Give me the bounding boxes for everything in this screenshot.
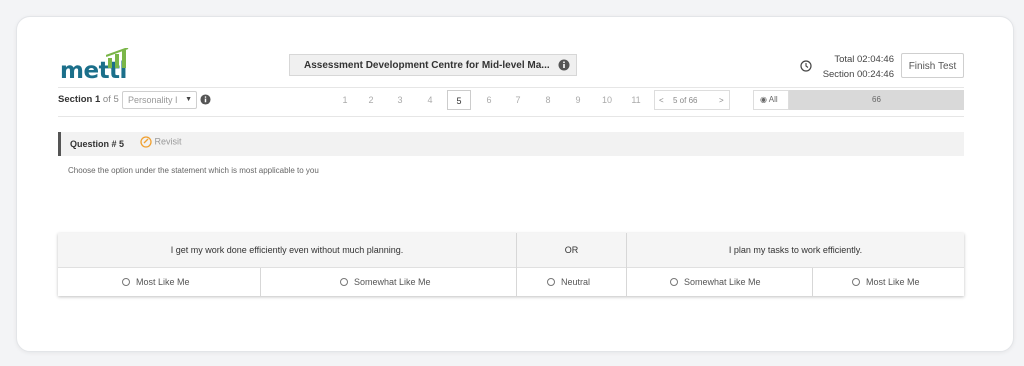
radio-button[interactable] <box>122 277 130 286</box>
section-indicator: Section 1 of 5 <box>58 94 119 105</box>
question-label: Question # 5 <box>70 139 125 149</box>
option-label: Somewhat Like Me <box>354 277 431 287</box>
question-number-9[interactable]: 9 <box>566 90 590 110</box>
right-statement: I plan my tasks to work efficiently. <box>627 233 964 267</box>
section-label: Section <box>58 94 93 105</box>
revisit-button[interactable]: Revisit <box>140 136 182 148</box>
question-number-1[interactable]: 1 <box>333 90 357 110</box>
divider <box>58 267 964 268</box>
question-number-3[interactable]: 3 <box>388 90 412 110</box>
pager-prev-button[interactable]: < <box>659 96 664 105</box>
divider <box>58 116 964 117</box>
section-time: Section 00:24:46 <box>822 69 894 80</box>
radio-button[interactable] <box>547 277 555 286</box>
option-somewhat-like-me-right[interactable]: Somewhat Like Me <box>670 268 761 296</box>
clock-icon <box>800 60 812 72</box>
option-somewhat-like-me-left[interactable]: Somewhat Like Me <box>340 268 431 296</box>
eye-icon: ◉ <box>760 95 767 104</box>
finish-test-button[interactable]: Finish Test <box>901 53 964 78</box>
question-number-11[interactable]: 11 <box>624 90 648 110</box>
question-number-4[interactable]: 4 <box>418 90 442 110</box>
section-select[interactable]: Personality I ▼ <box>122 91 197 109</box>
radio-button[interactable] <box>852 277 860 286</box>
question-filter: ◉ All 66 <box>753 90 964 110</box>
question-number-2[interactable]: 2 <box>359 90 383 110</box>
pager-text: 5 of 66 <box>673 96 698 105</box>
option-neutral[interactable]: Neutral <box>547 268 590 296</box>
option-label: Most Like Me <box>136 277 190 287</box>
test-title: Assessment Development Centre for Mid-le… <box>304 60 550 71</box>
option-label: Most Like Me <box>866 277 920 287</box>
question-number-5[interactable]: 5 <box>447 90 471 110</box>
radio-button[interactable] <box>670 277 678 286</box>
filter-all-label: All <box>768 95 778 104</box>
question-number-7[interactable]: 7 <box>506 90 530 110</box>
divider <box>260 268 261 296</box>
revisit-label: Revisit <box>154 136 182 147</box>
pager-next-button[interactable]: > <box>719 96 724 105</box>
divider <box>812 268 813 296</box>
section-select-value: Personality I <box>128 95 178 105</box>
choice-grid: I get my work done efficiently even with… <box>58 233 964 296</box>
timers: Total 02:04:46 Section 00:24:46 <box>822 52 894 82</box>
info-icon[interactable] <box>558 59 570 71</box>
question-pager: < 5 of 66 > <box>654 90 730 110</box>
option-label: Somewhat Like Me <box>684 277 761 287</box>
divider <box>58 87 964 88</box>
option-label: Neutral <box>561 277 591 287</box>
option-most-like-me-left[interactable]: Most Like Me <box>122 268 190 296</box>
question-header: Question # 5 Revisit <box>58 132 964 156</box>
filter-count: 66 <box>872 95 881 104</box>
question-instruction: Choose the option under the statement wh… <box>68 166 319 175</box>
revisit-icon <box>140 136 152 148</box>
test-title-box: Assessment Development Centre for Mid-le… <box>289 54 577 76</box>
question-number-8[interactable]: 8 <box>536 90 560 110</box>
section-of: of 5 <box>102 94 119 105</box>
option-most-like-me-right[interactable]: Most Like Me <box>852 268 920 296</box>
section-current: 1 <box>94 94 101 105</box>
chevron-down-icon: ▼ <box>185 96 192 103</box>
question-number-6[interactable]: 6 <box>477 90 501 110</box>
question-number-10[interactable]: 10 <box>595 90 619 110</box>
radio-button[interactable] <box>340 277 348 286</box>
left-statement: I get my work done efficiently even with… <box>58 233 516 267</box>
filter-all-button[interactable]: ◉ All <box>753 90 789 110</box>
info-icon[interactable] <box>200 94 211 105</box>
divider <box>516 233 517 296</box>
mettl-logo: mettl <box>60 48 140 84</box>
logo-bars-icon <box>106 48 129 68</box>
total-time: Total 02:04:46 <box>834 54 894 65</box>
or-label: OR <box>517 233 626 267</box>
divider <box>626 233 627 296</box>
